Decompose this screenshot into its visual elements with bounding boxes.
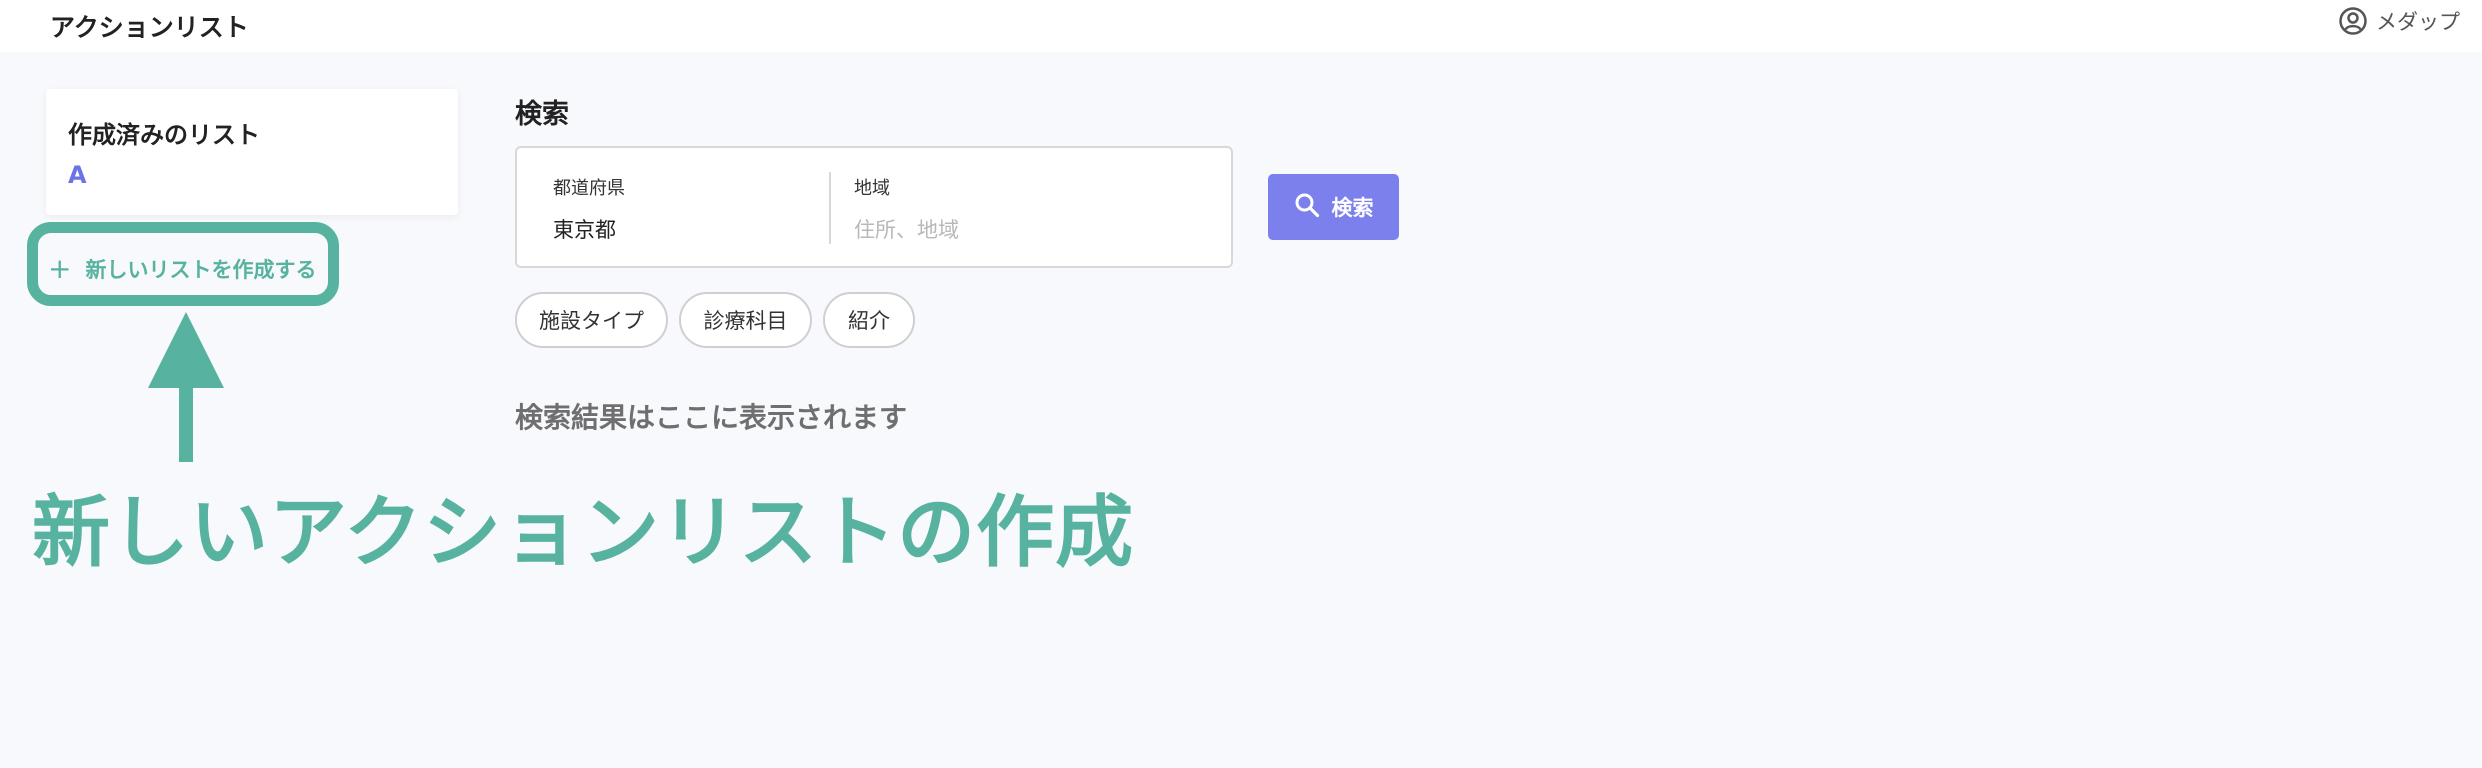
user-menu[interactable]: メダップ [2338, 6, 2460, 36]
filter-referral[interactable]: 紹介 [823, 292, 915, 348]
saved-list-item[interactable]: A [68, 161, 87, 189]
search-heading: 検索 [515, 99, 569, 130]
search-button[interactable]: 検索 [1268, 174, 1399, 240]
user-circle-icon [2338, 6, 2368, 36]
user-name: メダップ [2376, 10, 2460, 34]
top-bar: アクションリスト メダップ [0, 0, 2482, 52]
prefecture-select[interactable]: 東京都 [553, 214, 616, 244]
saved-lists-title: 作成済みのリスト [68, 121, 260, 149]
filter-facility-type[interactable]: 施設タイプ [515, 292, 668, 348]
annotation-caption: 新しいアクションリストの作成 [32, 488, 1135, 578]
page-title: アクションリスト [50, 13, 249, 42]
field-divider [829, 172, 831, 244]
saved-lists-card: 作成済みのリスト A [46, 89, 458, 215]
filter-department[interactable]: 診療科目 [679, 292, 812, 348]
region-label: 地域 [854, 178, 890, 199]
search-icon [1294, 192, 1320, 223]
region-input[interactable]: 住所、地域 [854, 214, 959, 244]
search-box: 都道府県 東京都 地域 住所、地域 [515, 146, 1233, 268]
plus-icon: + [48, 252, 72, 285]
create-new-list-label: 新しいリストを作成する [85, 258, 317, 282]
create-new-list-button[interactable]: + 新しいリストを作成する [48, 254, 316, 284]
search-button-label: 検索 [1331, 196, 1374, 220]
results-placeholder: 検索結果はここに表示されます [515, 401, 908, 434]
up-arrow-icon [148, 312, 224, 466]
prefecture-label: 都道府県 [553, 178, 625, 199]
